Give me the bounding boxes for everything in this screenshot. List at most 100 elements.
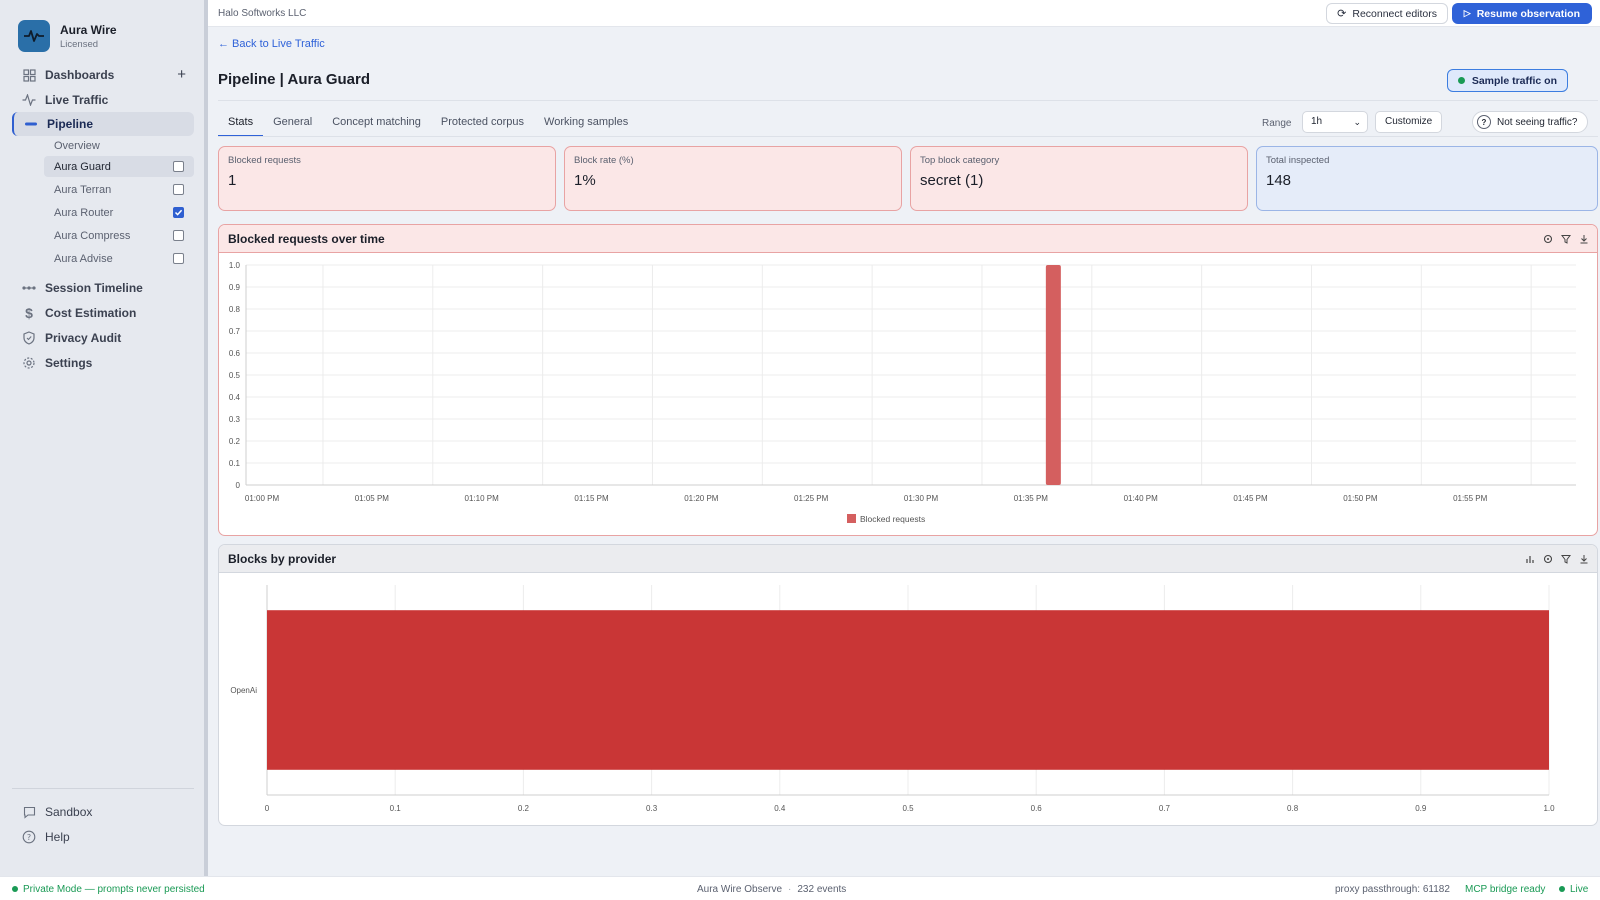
resume-observation-button[interactable]: ▷ Resume observation <box>1451 3 1592 24</box>
panel-header: Blocked requests over time <box>219 225 1597 253</box>
y-tick-label: 0.3 <box>229 415 241 424</box>
nav-label: Sandbox <box>45 805 93 819</box>
sub-item-aura-router[interactable]: Aura Router <box>44 202 194 223</box>
x-tick-label: 0 <box>265 804 270 813</box>
filter-icon[interactable] <box>1559 232 1573 246</box>
download-icon[interactable] <box>1577 232 1591 246</box>
nav-settings[interactable]: Settings <box>12 351 194 375</box>
tab-stats[interactable]: Stats <box>218 110 264 137</box>
x-tick-label: 0.5 <box>902 804 914 813</box>
x-tick-label: 01:30 PM <box>904 494 939 503</box>
y-tick-label: 0 <box>236 481 241 490</box>
pipeline-icon <box>24 117 38 131</box>
tab-concept-matching[interactable]: Concept matching <box>322 110 431 137</box>
nav-help[interactable]: ? Help <box>12 825 194 849</box>
divider <box>218 100 1598 101</box>
x-tick-label: 0.4 <box>774 804 786 813</box>
y-tick-label: 0.5 <box>229 371 241 380</box>
x-tick-label: 0.1 <box>390 804 402 813</box>
reset-icon[interactable] <box>1541 232 1555 246</box>
add-dashboard-icon[interactable]: + <box>177 66 186 83</box>
mcp-status: MCP bridge ready <box>1465 884 1546 895</box>
x-tick-label: 01:05 PM <box>355 494 390 503</box>
nav-label: Help <box>45 830 70 844</box>
x-tick-label: 0.3 <box>646 804 658 813</box>
x-tick-label: 01:40 PM <box>1124 494 1159 503</box>
button-label: Sample traffic on <box>1471 74 1557 87</box>
nav-cost-estimation[interactable]: $ Cost Estimation <box>12 301 194 325</box>
status-dot-icon <box>1559 886 1565 893</box>
nav-label: Cost Estimation <box>45 306 137 320</box>
sub-item-aura-compress[interactable]: Aura Compress <box>44 225 194 246</box>
aura-compress-checkbox[interactable] <box>173 230 184 241</box>
aura-guard-checkbox[interactable] <box>173 161 184 172</box>
tab-working-samples[interactable]: Working samples <box>534 110 638 137</box>
nav-label: Settings <box>45 356 93 370</box>
stat-value: 1% <box>574 172 596 189</box>
stat-card-block-rate: Block rate (%) 1% <box>564 146 902 211</box>
range-label: Range <box>1262 118 1292 129</box>
aura-router-checkbox[interactable] <box>173 207 184 218</box>
nav-label: Pipeline <box>47 117 94 131</box>
timeline-icon <box>22 281 36 295</box>
stat-label: Block rate (%) <box>574 155 634 166</box>
stat-card-top-block-category: Top block category secret (1) <box>910 146 1248 211</box>
nav-session-timeline[interactable]: Session Timeline <box>12 276 194 300</box>
question-icon: ? <box>1477 115 1491 129</box>
filter-icon[interactable] <box>1559 552 1573 566</box>
nav-label: Live Traffic <box>45 93 109 107</box>
y-tick-label: 0.1 <box>229 459 241 468</box>
status-bar: Private Mode — prompts never persisted A… <box>0 876 1600 900</box>
aura-terran-checkbox[interactable] <box>173 184 184 195</box>
status-text: Private Mode — prompts never persisted <box>23 884 205 895</box>
sample-traffic-toggle[interactable]: Sample traffic on <box>1446 69 1568 92</box>
customize-button[interactable]: Customize <box>1375 111 1443 133</box>
blocked-over-time-chart: 1.0 0.9 0.8 0.7 0.6 0.5 0.4 0.3 0.2 0.1 0 01:00 PM 0… <box>229 261 1576 524</box>
sub-item-aura-guard[interactable]: Aura Guard <box>44 156 194 177</box>
observe-status: Aura Wire Observe · 232 events <box>697 884 847 895</box>
tab-protected-corpus[interactable]: Protected corpus <box>431 110 534 137</box>
stat-label: Blocked requests <box>228 155 301 166</box>
download-icon[interactable] <box>1577 552 1591 566</box>
chevron-down-icon: ⌄ <box>1353 117 1361 127</box>
brand[interactable]: Aura Wire Licensed <box>18 20 117 52</box>
main-content: ← Back to Live Traffic Pipeline | Aura G… <box>208 27 1600 876</box>
sub-item-label: Aura Advise <box>54 252 113 265</box>
grid-icon <box>22 68 36 82</box>
reset-icon[interactable] <box>1541 552 1555 566</box>
back-link[interactable]: ← Back to Live Traffic <box>218 38 325 50</box>
nav-privacy-audit[interactable]: Privacy Audit <box>12 326 194 350</box>
not-seeing-traffic-button[interactable]: ? Not seeing traffic? <box>1472 111 1589 133</box>
aura-advise-checkbox[interactable] <box>173 253 184 264</box>
x-tick-label: 01:25 PM <box>794 494 829 503</box>
nav-label: Session Timeline <box>45 281 143 295</box>
y-tick-label: 0.2 <box>229 437 241 446</box>
x-tick-label: 01:20 PM <box>684 494 719 503</box>
stat-card-blocked-requests: Blocked requests 1 <box>218 146 556 211</box>
x-tick-label: 0.8 <box>1287 804 1299 813</box>
button-label: Not seeing traffic? <box>1497 116 1578 128</box>
range-select[interactable]: 1h ⌄ <box>1302 111 1368 133</box>
y-tick-label: 0.6 <box>229 349 241 358</box>
activity-icon <box>22 93 36 107</box>
chat-icon <box>22 805 36 819</box>
sub-item-aura-advise[interactable]: Aura Advise <box>44 248 194 269</box>
nav-pipeline[interactable]: Pipeline <box>12 112 194 136</box>
sub-item-aura-terran[interactable]: Aura Terran <box>44 179 194 200</box>
sub-item-overview[interactable]: Overview <box>44 135 194 156</box>
nav-dashboards[interactable]: Dashboards + <box>12 63 194 87</box>
live-status: Live <box>1559 884 1588 895</box>
status-dot-icon <box>1457 77 1465 84</box>
svg-text:?: ? <box>27 833 31 842</box>
y-tick-label: 0.8 <box>229 305 241 314</box>
tab-bar: Stats General Concept matching Protected… <box>218 110 638 137</box>
x-tick-label: 1.0 <box>1543 804 1555 813</box>
sub-item-label: Overview <box>54 139 100 152</box>
x-tick-label: 01:35 PM <box>1014 494 1049 503</box>
nav-live-traffic[interactable]: Live Traffic <box>12 88 194 112</box>
reconnect-editors-button[interactable]: ⟳ Reconnect editors <box>1326 3 1448 24</box>
stat-value: 148 <box>1266 172 1292 189</box>
tab-general[interactable]: General <box>263 110 322 137</box>
bar-chart-icon[interactable] <box>1523 552 1537 566</box>
nav-sandbox[interactable]: Sandbox <box>12 800 194 824</box>
